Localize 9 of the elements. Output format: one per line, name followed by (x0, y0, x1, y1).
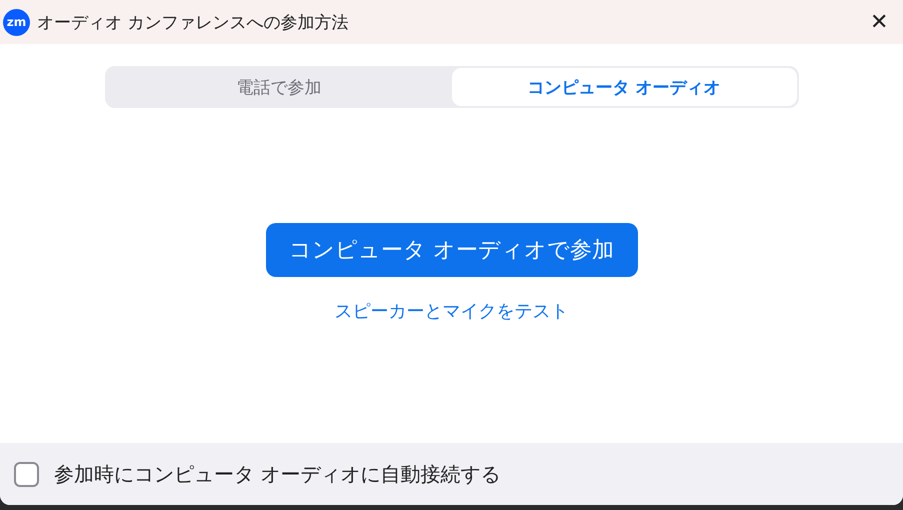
join-audio-button[interactable]: コンピュータ オーディオで参加 (266, 223, 638, 277)
checkbox[interactable] (14, 462, 39, 486)
checkbox-label: 参加時にコンピュータ オーディオに自動接続する (54, 460, 500, 488)
window-title: オーディオ カンファレンスへの参加方法 (37, 12, 350, 34)
tab[interactable]: コンピュータ オーディオ (452, 68, 796, 106)
app-logo: zm (3, 8, 30, 36)
tab[interactable]: 電話で参加 (106, 68, 452, 106)
test-audio-link[interactable]: スピーカーとマイクをテスト (334, 299, 568, 323)
close-button[interactable]: ✕ (859, 2, 899, 42)
